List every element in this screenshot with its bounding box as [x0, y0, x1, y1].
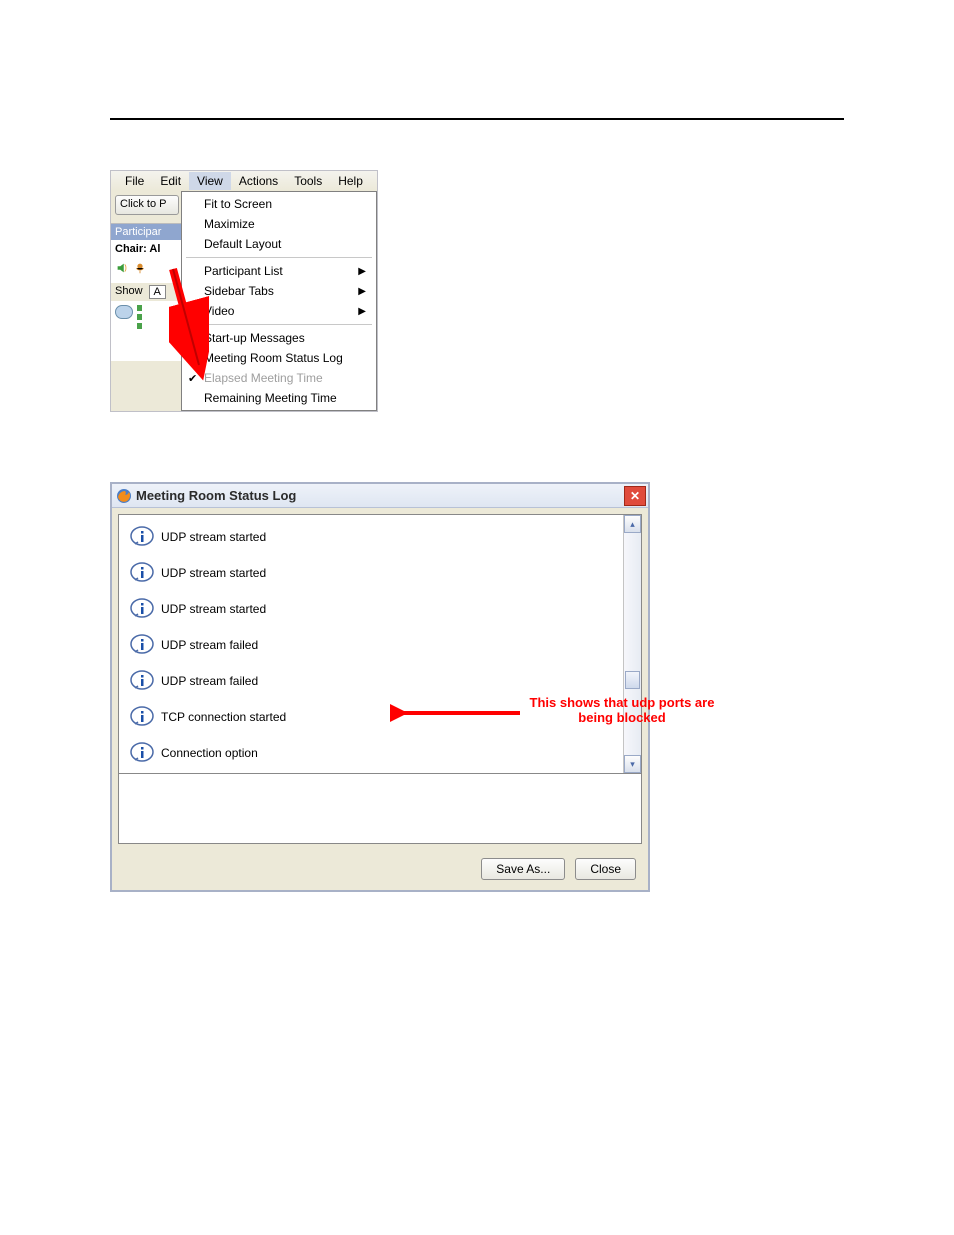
menu-edit[interactable]: Edit — [152, 172, 189, 190]
menuitem-fit-to-screen[interactable]: Fit to Screen — [182, 194, 376, 214]
info-icon — [129, 633, 155, 657]
dialog-button-bar: Save As... Close — [112, 850, 648, 890]
log-item: Connection option — [123, 735, 619, 771]
log-item: TCP connection started — [123, 699, 619, 735]
info-icon — [129, 741, 155, 765]
speaker-icon — [115, 261, 129, 280]
close-icon: ✕ — [630, 489, 640, 503]
log-list-container: UDP stream started UDP stream started UD… — [118, 514, 642, 774]
scroll-down-button[interactable]: ▾ — [624, 755, 641, 773]
log-empty-area — [118, 774, 642, 844]
log-text: Connection option — [161, 746, 258, 760]
submenu-arrow-icon: ▶ — [358, 306, 366, 317]
scroll-track[interactable] — [624, 533, 641, 755]
status-log-dialog: Meeting Room Status Log ✕ UDP stream sta… — [110, 482, 650, 892]
menuitem-participant-list[interactable]: Participant List ▶ — [182, 261, 376, 281]
click-to-present-button[interactable]: Click to P — [115, 195, 179, 215]
menu-help[interactable]: Help — [330, 172, 371, 190]
log-list: UDP stream started UDP stream started UD… — [119, 515, 623, 773]
info-icon — [129, 525, 155, 549]
menuitem-label: Start-up Messages — [204, 331, 305, 345]
log-text: UDP stream failed — [161, 638, 258, 652]
log-item: UDP stream failed — [123, 627, 619, 663]
menu-separator — [186, 324, 372, 325]
log-item: UDP stream started — [123, 591, 619, 627]
show-filter-row: Show A — [111, 283, 181, 301]
menu-actions[interactable]: Actions — [231, 172, 286, 190]
info-icon — [129, 705, 155, 729]
log-item: UDP stream started — [123, 519, 619, 555]
chair-label: Chair: Al — [111, 240, 181, 258]
menuitem-label: Video — [204, 304, 234, 318]
menu-separator — [186, 257, 372, 258]
menuitem-label: Maximize — [204, 217, 255, 231]
log-text: UDP stream started — [161, 602, 266, 616]
menuitem-meeting-room-status-log[interactable]: Meeting Room Status Log — [182, 348, 376, 368]
menuitem-label: Elapsed Meeting Time — [204, 371, 323, 385]
log-text: UDP stream started — [161, 566, 266, 580]
menuitem-label: Participant List — [204, 264, 283, 278]
dialog-title: Meeting Room Status Log — [136, 488, 296, 503]
menuitem-sidebar-tabs[interactable]: Sidebar Tabs ▶ — [182, 281, 376, 301]
menuitem-maximize[interactable]: Maximize — [182, 214, 376, 234]
info-icon — [129, 561, 155, 585]
scroll-up-button[interactable]: ▴ — [624, 515, 641, 533]
log-text: TCP connection started — [161, 710, 286, 724]
log-text: UDP stream failed — [161, 674, 258, 688]
submenu-arrow-icon: ▶ — [358, 286, 366, 297]
chat-area — [111, 301, 181, 361]
scroll-thumb[interactable] — [625, 671, 640, 689]
info-icon — [129, 669, 155, 693]
menuitem-label: Default Layout — [204, 237, 281, 251]
checkmark-icon: ✔ — [188, 372, 197, 385]
close-button[interactable]: ✕ — [624, 486, 646, 506]
menuitem-video[interactable]: Video ▶ — [182, 301, 376, 321]
menuitem-elapsed-meeting-time[interactable]: ✔ Elapsed Meeting Time — [182, 368, 376, 388]
info-icon — [129, 597, 155, 621]
menu-view[interactable]: View — [189, 172, 231, 190]
participants-header: Participar — [111, 224, 181, 240]
menuitem-label: Meeting Room Status Log — [204, 351, 343, 365]
menu-file[interactable]: File — [117, 172, 152, 190]
chat-bubble-icon — [115, 305, 133, 319]
show-label: Show — [115, 285, 143, 299]
menuitem-label: Fit to Screen — [204, 197, 272, 211]
menuitem-label: Sidebar Tabs — [204, 284, 274, 298]
left-panel: Click to P Participar Chair: Al Show A — [111, 191, 181, 361]
status-icon-row — [111, 258, 181, 283]
save-as-button[interactable]: Save As... — [481, 858, 565, 880]
menu-tools[interactable]: Tools — [286, 172, 330, 190]
firefox-icon — [116, 488, 132, 504]
menuitem-default-layout[interactable]: Default Layout — [182, 234, 376, 254]
show-dropdown-value[interactable]: A — [149, 285, 166, 299]
menuitem-remaining-meeting-time[interactable]: Remaining Meeting Time — [182, 388, 376, 408]
log-text: UDP stream started — [161, 530, 266, 544]
mic-icon — [133, 261, 147, 280]
dialog-titlebar: Meeting Room Status Log ✕ — [112, 484, 648, 508]
header-divider — [110, 118, 844, 120]
submenu-arrow-icon: ▶ — [358, 266, 366, 277]
vertical-scrollbar[interactable]: ▴ ▾ — [623, 515, 641, 773]
menuitem-startup-messages[interactable]: Start-up Messages — [182, 328, 376, 348]
menu-bar: File Edit View Actions Tools Help — [111, 171, 377, 191]
close-dialog-button[interactable]: Close — [575, 858, 636, 880]
view-menu-dropdown: Fit to Screen Maximize Default Layout Pa… — [181, 191, 377, 411]
log-item: UDP stream started — [123, 555, 619, 591]
log-item: UDP stream failed — [123, 663, 619, 699]
app-window-shot1: File Edit View Actions Tools Help Click … — [110, 170, 378, 412]
menuitem-label: Remaining Meeting Time — [204, 391, 337, 405]
